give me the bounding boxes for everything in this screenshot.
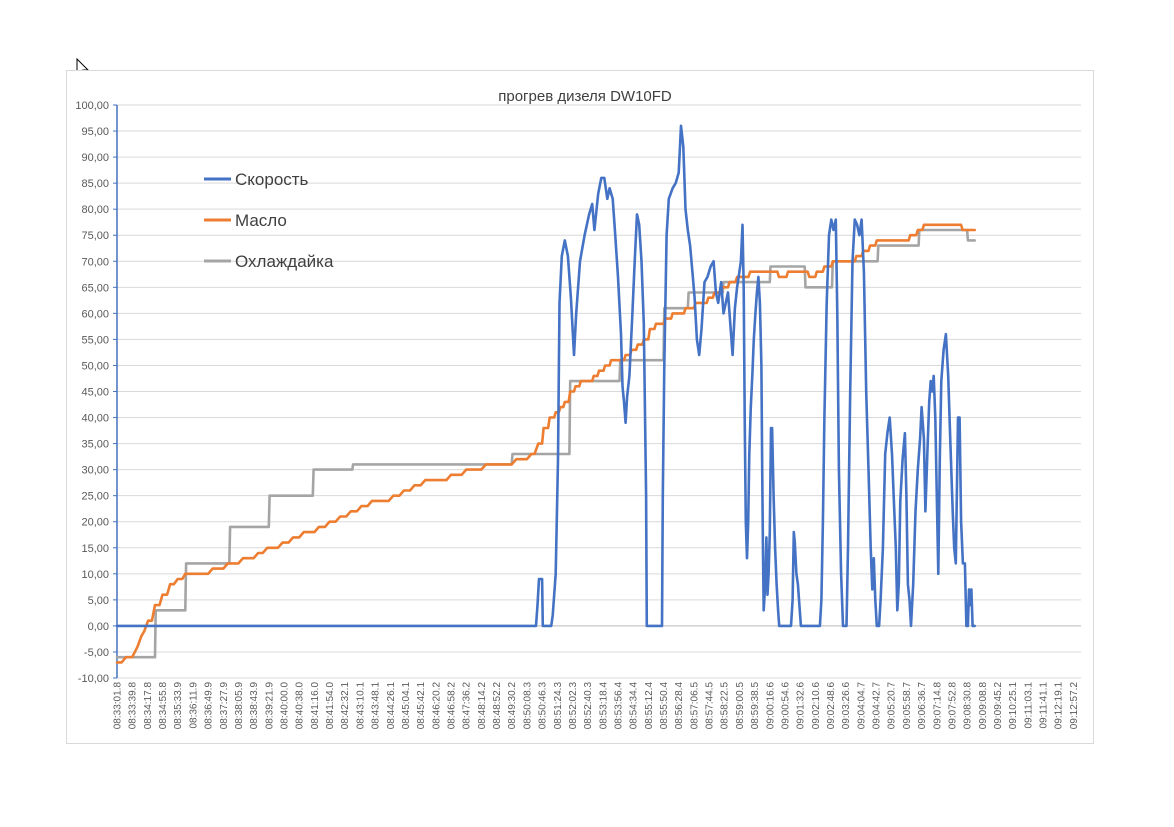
x-tick-label: 09:02:10.6 [811, 682, 822, 730]
y-tick-label: 30,00 [81, 465, 109, 477]
y-tick-label: 45,00 [81, 387, 109, 399]
chart-title: прогрев дизеля DW10FD [498, 88, 672, 105]
x-tick-label: 08:34:55.8 [158, 682, 169, 730]
y-tick-label: 70,00 [81, 256, 109, 268]
y-tick-label: 15,00 [81, 543, 109, 555]
x-tick-label: 09:12:19.1 [1054, 682, 1065, 730]
chart-svg: -10,00 -5,00 0,00 5,00 10,00 15,00 20,00 25,00 3… [75, 88, 1081, 730]
y-tick-label: 55,00 [81, 334, 109, 346]
x-tick-label: 09:04:42.7 [872, 682, 883, 730]
x-tick-label: 09:06:36.7 [917, 682, 928, 730]
x-tick-label: 09:12:57.2 [1069, 682, 1080, 730]
chart-area: -10,00 -5,00 0,00 5,00 10,00 15,00 20,00 25,00 3… [66, 70, 1094, 744]
x-tick-label: 08:55:50.4 [659, 682, 670, 730]
x-tick-label: 09:02:48.6 [826, 682, 837, 730]
x-tick-label: 08:52:02.3 [568, 682, 579, 730]
series-lines [115, 124, 976, 664]
y-tick-label: 40,00 [81, 413, 109, 425]
y-tick-label: 10,00 [81, 569, 109, 581]
x-tick-label: 09:08:30.8 [963, 682, 974, 730]
y-tick-label: 5,00 [88, 595, 109, 607]
x-tick-label: 08:33:01.8 [113, 682, 124, 730]
y-tick-label: 85,00 [81, 178, 109, 190]
x-tick-label: 08:53:56.4 [613, 682, 624, 730]
y-tick-label: 65,00 [81, 282, 109, 294]
x-tick-label: 08:37:27.9 [219, 682, 230, 730]
x-tick-label: 08:42:32.1 [340, 682, 351, 730]
y-tick-label: 60,00 [81, 308, 109, 320]
x-tick-label: 08:47:36.2 [462, 682, 473, 730]
x-tick-label: 08:35:33.9 [173, 682, 184, 730]
y-tick-label: 0,00 [88, 621, 109, 633]
x-tick-label: 08:40:00.0 [279, 682, 290, 730]
x-tick-label: 08:50:46.3 [538, 682, 549, 730]
x-tick-label: 08:59:38.5 [750, 682, 761, 730]
x-tick-label: 09:11:03.1 [1023, 682, 1034, 729]
x-tick-label: 08:46:58.2 [446, 682, 457, 730]
x-tick-label: 08:45:04.1 [401, 682, 412, 730]
y-tick-label: 20,00 [81, 517, 109, 529]
y-tick-label: -5,00 [84, 647, 109, 659]
x-tick-label: 09:07:52.8 [947, 682, 958, 730]
x-tick-label: 08:54:34.4 [629, 682, 640, 730]
x-tick-label: 08:52:40.3 [583, 682, 594, 730]
y-tick-label: 50,00 [81, 360, 109, 372]
y-tick-label: -10,00 [78, 673, 109, 685]
x-tick-label: 09:05:20.7 [887, 682, 898, 730]
y-tick-label: 75,00 [81, 230, 109, 242]
x-tick-label: 09:09:45.2 [993, 682, 1004, 730]
x-tick-label: 08:48:52.2 [492, 682, 503, 730]
x-tick-label: 08:43:10.1 [355, 682, 366, 730]
x-tick-label: 08:57:06.5 [689, 682, 700, 730]
x-tick-label: 08:49:30.2 [507, 682, 518, 730]
x-tick-label: 08:48:14.2 [477, 682, 488, 730]
x-tick-label: 09:04:04.7 [856, 682, 867, 730]
x-tick-label: 09:01:32.6 [796, 682, 807, 730]
x-tick-label: 08:41:54.0 [325, 682, 336, 730]
x-tick-label: 08:57:44.5 [705, 682, 716, 730]
legend-label: Охлаждайка [235, 252, 334, 271]
x-tick-label: 08:50:08.3 [522, 682, 533, 730]
y-axis: -10,00 -5,00 0,00 5,00 10,00 15,00 20,00 25,00 3… [75, 100, 118, 685]
y-tick-label: 90,00 [81, 152, 109, 164]
x-tick-label: 08:36:49.9 [204, 682, 215, 730]
x-tick-label: 08:41:16.0 [310, 682, 321, 730]
x-tick-label: 08:43:48.1 [371, 682, 382, 730]
legend-label: Масло [235, 211, 287, 230]
x-tick-label: 08:59:00.5 [735, 682, 746, 730]
x-tick-label: 08:38:43.9 [249, 682, 260, 730]
x-tick-label: 08:36:11.9 [188, 682, 199, 729]
x-tick-label: 08:51:24.3 [553, 682, 564, 730]
x-tick-label: 08:46:20.2 [431, 682, 442, 730]
x-tick-label: 09:11:41.1 [1039, 682, 1050, 729]
x-tick-label: 09:03:26.6 [841, 682, 852, 730]
x-tick-label: 08:56:28.4 [674, 682, 685, 730]
x-tick-label: 08:45:42.1 [416, 682, 427, 730]
x-tick-label: 09:05:58.7 [902, 682, 913, 730]
legend-label: Скорость [235, 170, 309, 189]
x-tick-label: 09:00:54.6 [780, 682, 791, 730]
y-tick-label: 80,00 [81, 204, 109, 216]
x-tick-label: 08:58:22.5 [720, 682, 731, 730]
x-tick-label: 08:53:18.4 [598, 682, 609, 730]
x-tick-label: 09:09:08.8 [978, 682, 989, 730]
x-tick-label: 08:40:38.0 [295, 682, 306, 730]
x-tick-label: 09:00:16.6 [765, 682, 776, 730]
series-line-1 [115, 124, 976, 628]
y-tick-label: 35,00 [81, 439, 109, 451]
y-tick-label: 25,00 [81, 491, 109, 503]
x-tick-label: 08:34:17.8 [143, 682, 154, 730]
legend: Скорость Масло Охлаждайка [204, 170, 334, 271]
x-tick-label: 08:39:21.9 [264, 682, 275, 730]
y-tick-label: 100,00 [75, 100, 109, 112]
x-tick-label: 08:38:05.9 [234, 682, 245, 730]
x-tick-label: 08:33:39.8 [128, 682, 139, 730]
x-tick-label: 08:44:26.1 [386, 682, 397, 730]
x-tick-label: 09:07:14.8 [932, 682, 943, 730]
x-tick-label: 09:10:25.1 [1008, 682, 1019, 730]
x-tick-label: 08:55:12.4 [644, 682, 655, 730]
y-tick-label: 95,00 [81, 126, 109, 138]
